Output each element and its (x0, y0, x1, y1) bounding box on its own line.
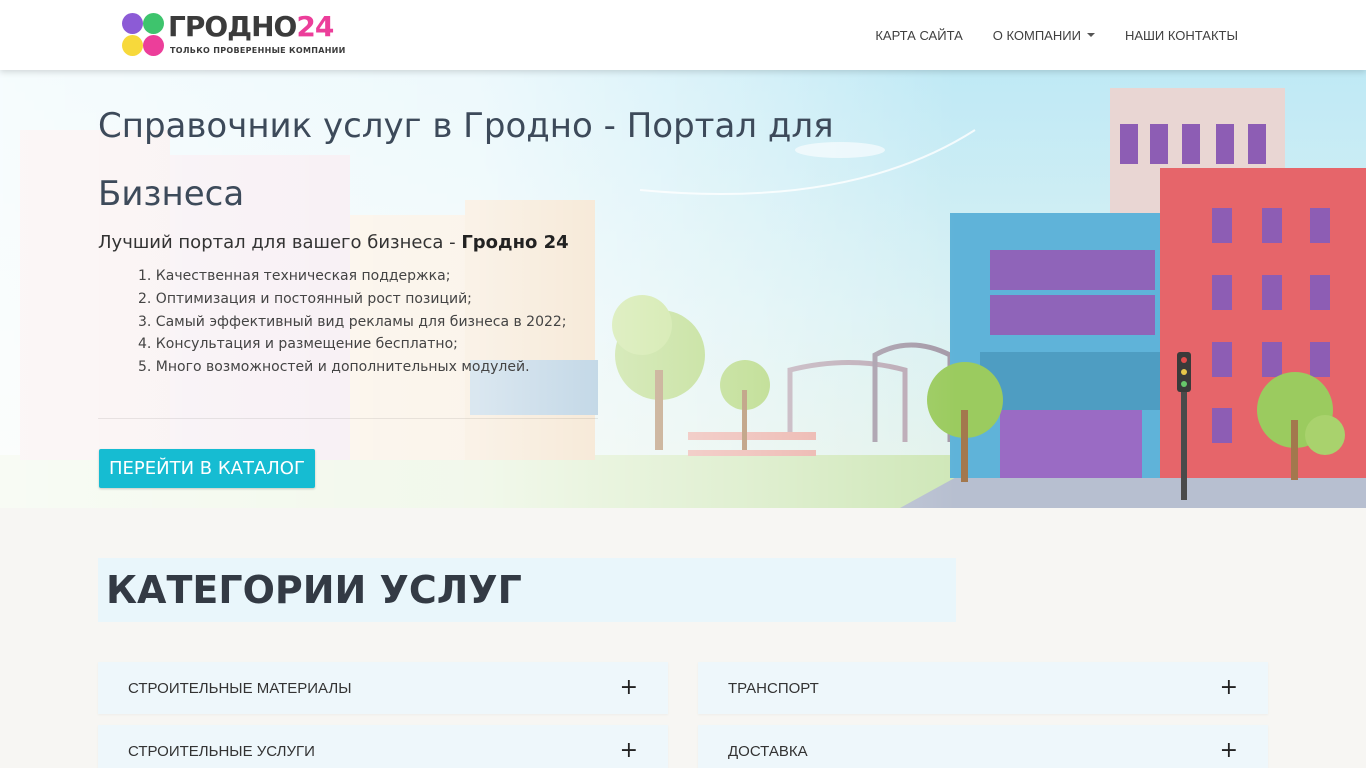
feature-item: 3. Самый эффективный вид рекламы для биз… (138, 313, 567, 330)
hero-title: Справочник услуг в Гродно - Портал для Б… (98, 106, 834, 214)
category-card-transport[interactable]: ТРАНСПОРТ + (698, 662, 1268, 714)
plus-icon[interactable]: + (620, 677, 638, 699)
logo-dot-green (143, 13, 164, 34)
main-nav: КАРТА САЙТА О КОМПАНИИ НАШИ КОНТАКТЫ (845, 0, 1238, 70)
hero-divider (98, 418, 598, 419)
category-label: СТРОИТЕЛЬНЫЕ МАТЕРИАЛЫ (128, 679, 352, 697)
nav-about-dropdown[interactable]: О КОМПАНИИ (993, 28, 1095, 43)
top-navbar: ГРОДНО24 ТОЛЬКО ПРОВЕРЕННЫЕ КОМПАНИИ КАР… (0, 0, 1366, 70)
plus-icon[interactable]: + (620, 740, 638, 762)
logo-dot-purple (122, 13, 143, 34)
hero-banner: Справочник услуг в Гродно - Портал для Б… (0, 70, 1366, 508)
category-card-delivery[interactable]: ДОСТАВКА + (698, 725, 1268, 768)
caret-down-icon (1086, 33, 1095, 37)
logo-number: 24 (296, 10, 334, 43)
feature-item: 4. Консультация и размещение бесплатно; (138, 336, 458, 353)
categories-heading: КАТЕГОРИИ УСЛУГ (98, 558, 956, 622)
logo-dot-yellow (122, 35, 143, 56)
nav-sitemap[interactable]: КАРТА САЙТА (875, 28, 962, 43)
go-to-catalog-button[interactable]: ПЕРЕЙТИ В КАТАЛОГ (99, 449, 315, 488)
hero-content: Справочник услуг в Гродно - Портал для Б… (98, 70, 858, 379)
plus-icon[interactable]: + (1220, 677, 1238, 699)
hero-subtitle-prefix: Лучший портал для вашего бизнеса - (98, 232, 462, 253)
plus-icon[interactable]: + (1220, 740, 1238, 762)
feature-item: 1. Качественная техническая поддержка; (138, 268, 451, 284)
category-card-building-services[interactable]: СТРОИТЕЛЬНЫЕ УСЛУГИ + (98, 725, 668, 768)
category-card-building-materials[interactable]: СТРОИТЕЛЬНЫЕ МАТЕРИАЛЫ + (98, 662, 668, 714)
category-label: СТРОИТЕЛЬНЫЕ УСЛУГИ (128, 742, 315, 760)
hero-subtitle: Лучший портал для вашего бизнеса - Гродн… (98, 232, 858, 253)
logo-wordmark: ГРОДНО24 (168, 10, 334, 43)
logo-dot-pink (143, 35, 164, 56)
site-logo[interactable]: ГРОДНО24 ТОЛЬКО ПРОВЕРЕННЫЕ КОМПАНИИ (122, 10, 345, 60)
features-list: 1. Качественная техническая поддержка; 2… (98, 265, 858, 379)
feature-item: 2. Оптимизация и постоянный рост позиций… (138, 290, 472, 307)
nav-contacts[interactable]: НАШИ КОНТАКТЫ (1125, 28, 1238, 43)
logo-text: ГРОДНО (168, 10, 297, 43)
logo-tagline: ТОЛЬКО ПРОВЕРЕННЫЕ КОМПАНИИ (170, 46, 346, 55)
feature-item: 5. Много возможностей и дополнительных м… (138, 359, 530, 376)
category-label: ТРАНСПОРТ (728, 679, 819, 697)
hero-subtitle-brand: Гродно 24 (461, 232, 569, 253)
nav-about-label: О КОМПАНИИ (992, 27, 1081, 43)
category-label: ДОСТАВКА (728, 742, 808, 760)
